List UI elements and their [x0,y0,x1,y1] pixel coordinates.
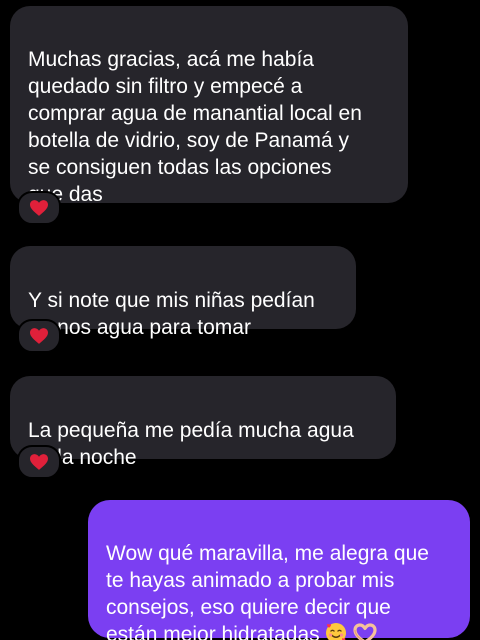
message-bubble-incoming[interactable]: Muchas gracias, acá me había quedado sin… [10,6,408,206]
heart-hands-icon [352,623,378,640]
chat-thread: Muchas gracias, acá me había quedado sin… [0,0,480,640]
message-text: Muchas gracias, acá me había quedado sin… [28,48,362,206]
heart-reaction[interactable] [17,191,61,225]
smiling-face-with-hearts-icon [324,621,348,640]
heart-icon [30,328,48,344]
message-text: La pequeña me pedía mucha agua en la noc… [28,419,354,469]
message-text: Wow qué maravilla, me alegra que te haya… [106,542,429,640]
heart-reaction[interactable] [17,445,61,479]
heart-icon [30,200,48,216]
heart-icon [30,454,48,470]
message-bubble-outgoing[interactable]: Wow qué maravilla, me alegra que te haya… [88,500,470,640]
message-bubble-incoming[interactable]: Y si note que mis niñas pedían menos agu… [10,246,356,339]
message-bubble-incoming[interactable]: La pequeña me pedía mucha agua en la noc… [10,376,396,469]
heart-reaction[interactable] [17,319,61,353]
message-text: Y si note que mis niñas pedían menos agu… [28,289,315,339]
